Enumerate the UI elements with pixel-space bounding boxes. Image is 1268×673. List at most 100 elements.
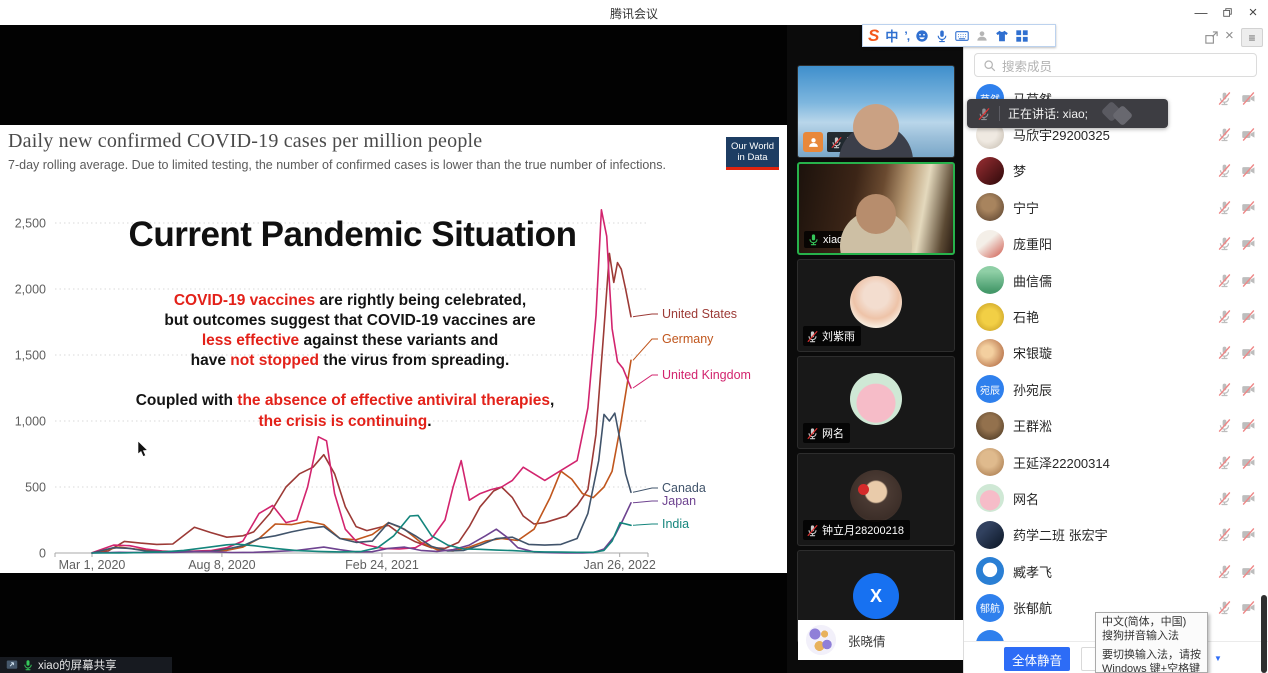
member-camera-off-icon[interactable] [1241,564,1256,579]
screen-share-area: 05001,0001,5002,0002,500Mar 1, 2020Aug 8… [0,25,787,673]
member-row[interactable]: 宁宁 [964,189,1268,225]
video-tile-zhongliyue[interactable]: 钟立月28200218 [797,453,955,546]
avatar [976,157,1004,185]
video-tile-xiao-active-speaker[interactable]: xiao [797,162,955,255]
participant-name: 刘紫雨 [822,328,855,344]
screen-share-banner[interactable]: xiao的屏幕共享 [0,657,172,673]
member-camera-off-icon[interactable] [1241,418,1256,433]
member-row[interactable]: 网名 [964,480,1268,516]
panel-menu-icon[interactable]: ≡ [1241,28,1263,47]
window-title: 腾讯会议 [610,5,658,22]
mute-all-button[interactable]: 全体静音 [1004,647,1070,671]
video-tile-wangming[interactable]: 网名 [797,356,955,449]
member-mic-muted-icon[interactable] [1217,382,1232,397]
member-row[interactable]: 药学二班 张宏宇 [964,517,1268,553]
close-button[interactable]: × [1240,0,1266,25]
mouse-cursor [137,441,150,459]
member-camera-off-icon[interactable] [1241,236,1256,251]
member-mic-muted-icon[interactable] [1217,236,1232,251]
member-mic-muted-icon[interactable] [1217,345,1232,360]
speaking-tooltip: 正在讲话: xiao; [967,99,1168,128]
ime-popup-line: 要切换输入法，请按 [1102,649,1201,663]
member-mic-muted-icon[interactable] [1217,600,1232,615]
member-camera-off-icon[interactable] [1241,200,1256,215]
member-row[interactable]: 王群淞 [964,408,1268,444]
member-name: 梦 [1013,161,1217,180]
video-tile-zhangxinmin[interactable]: 张新民 [797,65,955,158]
member-mic-muted-icon[interactable] [1217,309,1232,324]
panel-scrollbar[interactable] [1261,595,1267,673]
member-camera-off-icon[interactable] [1241,527,1256,542]
series-label-india: India [662,517,689,531]
member-row[interactable]: 曲信儒 [964,262,1268,298]
skin-icon[interactable] [995,29,1009,43]
member-mic-muted-icon[interactable] [1217,564,1232,579]
member-mic-muted-icon[interactable] [1217,527,1232,542]
avatar: 宛辰 [976,375,1004,403]
minimize-button[interactable]: — [1188,0,1214,25]
svg-text:0: 0 [39,547,46,561]
member-camera-off-icon[interactable] [1241,91,1256,106]
host-badge-icon [803,132,823,152]
series-label-united-states: United States [662,307,737,321]
avatar [976,303,1004,331]
member-camera-off-icon[interactable] [1241,273,1256,288]
avatar [850,470,902,522]
search-members-input[interactable]: 搜索成员 [974,53,1257,77]
search-icon [983,59,996,72]
member-camera-off-icon[interactable] [1241,127,1256,142]
member-mic-muted-icon[interactable] [1217,273,1232,288]
member-camera-off-icon[interactable] [1241,309,1256,324]
member-camera-off-icon[interactable] [1241,491,1256,506]
slide-paragraph-1: COVID-19 vaccines are rightly being cele… [55,291,645,371]
member-camera-off-icon[interactable] [1241,382,1256,397]
member-camera-off-icon[interactable] [1241,163,1256,178]
toolbox-icon[interactable] [1015,29,1029,43]
avatar [976,557,1004,585]
member-name: 药学二班 张宏宇 [1013,525,1217,544]
member-row[interactable]: 庞重阳 [964,226,1268,262]
punctuation-icon[interactable]: ’, [904,29,909,43]
member-camera-off-icon[interactable] [1241,600,1256,615]
emoji-icon[interactable] [915,29,929,43]
muted-mic-icon [806,524,819,537]
member-camera-off-icon[interactable] [1241,345,1256,360]
avatar [976,484,1004,512]
member-camera-off-icon[interactable] [1241,455,1256,470]
participant-card-zhangxiaoqian[interactable]: 张晓倩 [798,620,963,660]
member-mic-muted-icon[interactable] [1217,127,1232,142]
member-row[interactable]: 王延泽22200314 [964,444,1268,480]
member-mic-muted-icon[interactable] [1217,418,1232,433]
muted-mic-icon [806,330,819,343]
participant-name: 张新民 [846,134,879,150]
member-mic-muted-icon[interactable] [1217,491,1232,506]
member-row[interactable]: 宋银璇 [964,335,1268,371]
account-icon[interactable] [975,29,989,43]
slide-heading: Current Pandemic Situation [90,215,615,255]
tencent-meeting-window: 腾讯会议 — × 05001,0001,5002,0002,500Mar 1, … [0,0,1268,673]
restore-button[interactable] [1214,0,1240,25]
member-row[interactable]: 石艳 [964,298,1268,334]
keyboard-icon[interactable] [955,29,969,43]
member-mic-muted-icon[interactable] [1217,455,1232,470]
popout-panel-icon[interactable] [1204,30,1219,45]
more-caret-icon[interactable]: ▼ [1214,654,1222,663]
member-row[interactable]: 梦 [964,153,1268,189]
search-placeholder: 搜索成员 [1002,56,1052,75]
member-name: 王群淞 [1013,416,1217,435]
member-mic-muted-icon[interactable] [1217,91,1232,106]
sogou-logo-icon[interactable]: S [868,27,879,44]
member-mic-muted-icon[interactable] [1217,163,1232,178]
svg-text:2,500: 2,500 [15,217,46,231]
member-row[interactable]: 宛辰孙宛辰 [964,371,1268,407]
muted-mic-icon [806,427,819,440]
language-toggle-icon[interactable]: 中 [885,26,898,45]
voice-input-icon[interactable] [935,29,949,43]
avatar [976,266,1004,294]
video-tile-liuziyu[interactable]: 刘紫雨 [797,259,955,352]
member-row[interactable]: 臧孝飞 [964,553,1268,589]
close-panel-icon[interactable]: × [1225,27,1234,44]
svg-text:Jan 26, 2022: Jan 26, 2022 [584,558,656,572]
member-mic-muted-icon[interactable] [1217,200,1232,215]
avatar [850,276,902,328]
